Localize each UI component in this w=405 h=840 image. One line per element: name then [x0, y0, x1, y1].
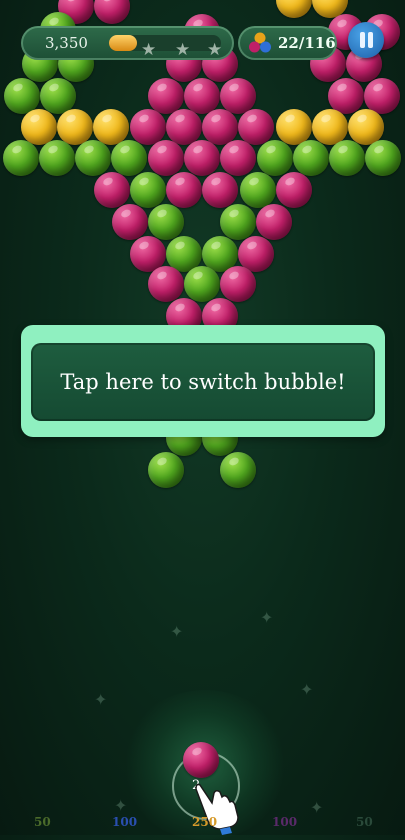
tooltip-panel: Tap here to switch bubble!: [31, 343, 375, 421]
bubble-magenta: [238, 109, 274, 145]
score-slot: 100: [112, 815, 138, 829]
score-slot: 50: [34, 815, 51, 829]
bubble-magenta: [220, 140, 256, 176]
bubble-magenta: [256, 204, 292, 240]
bubble-magenta: [112, 204, 148, 240]
current-bubble[interactable]: [183, 742, 219, 778]
pause-button[interactable]: [348, 22, 384, 58]
bubble-counter: 22/116: [238, 26, 337, 60]
star-icon: ★: [141, 40, 157, 60]
bubble-magenta: [276, 172, 312, 208]
bubble-green: [3, 140, 39, 176]
tutorial-tooltip[interactable]: Tap here to switch bubble!: [21, 325, 385, 437]
score-panel: 3,350 ★ ★ ★: [21, 26, 234, 60]
bubble-magenta: [184, 140, 220, 176]
bubble-green: [240, 172, 276, 208]
game-board: 3,350 ★ ★ ★ 22/116 Tap here to switch bu…: [0, 0, 405, 840]
score-progress-fill: [109, 35, 137, 51]
bubble-magenta: [220, 266, 256, 302]
bubble-green: [130, 172, 166, 208]
bubble-green: [75, 140, 111, 176]
bubble-green: [329, 140, 365, 176]
bubble-green: [293, 140, 329, 176]
sparkle-icon: ✦: [300, 680, 314, 699]
score-slots: 50 100 250 100 50: [0, 815, 405, 835]
bubble-green: [39, 140, 75, 176]
score-value: 3,350: [45, 34, 88, 52]
sparkle-icon: ✦: [260, 608, 274, 627]
score-slot: 250: [192, 815, 218, 829]
bubble-green: [365, 140, 401, 176]
bubble-green: [257, 140, 293, 176]
bubble-green: [148, 452, 184, 488]
bubble-green: [184, 266, 220, 302]
score-slot: 50: [356, 815, 373, 829]
star-icon: ★: [175, 40, 191, 60]
bubble-green: [148, 204, 184, 240]
score-progress-bar: ★ ★ ★: [109, 35, 222, 60]
bubble-magenta: [94, 0, 130, 24]
bubble-yellow: [276, 0, 312, 18]
bubble-magenta: [94, 172, 130, 208]
bubble-green: [220, 204, 256, 240]
bubble-green: [220, 452, 256, 488]
bubble-magenta: [148, 140, 184, 176]
bubble-green: [111, 140, 147, 176]
bubble-magenta: [202, 172, 238, 208]
bubble-magenta: [148, 266, 184, 302]
bubbles-remaining: 22/116: [278, 34, 336, 52]
sparkle-icon: ✦: [114, 796, 128, 815]
bubbles-icon: [249, 32, 271, 53]
sparkle-icon: ✦: [170, 622, 184, 641]
sparkle-icon: ✦: [94, 690, 108, 709]
tooltip-text: Tap here to switch bubble!: [60, 370, 346, 394]
bubble-magenta: [166, 172, 202, 208]
score-slot: 100: [272, 815, 298, 829]
star-icon: ★: [207, 40, 223, 60]
